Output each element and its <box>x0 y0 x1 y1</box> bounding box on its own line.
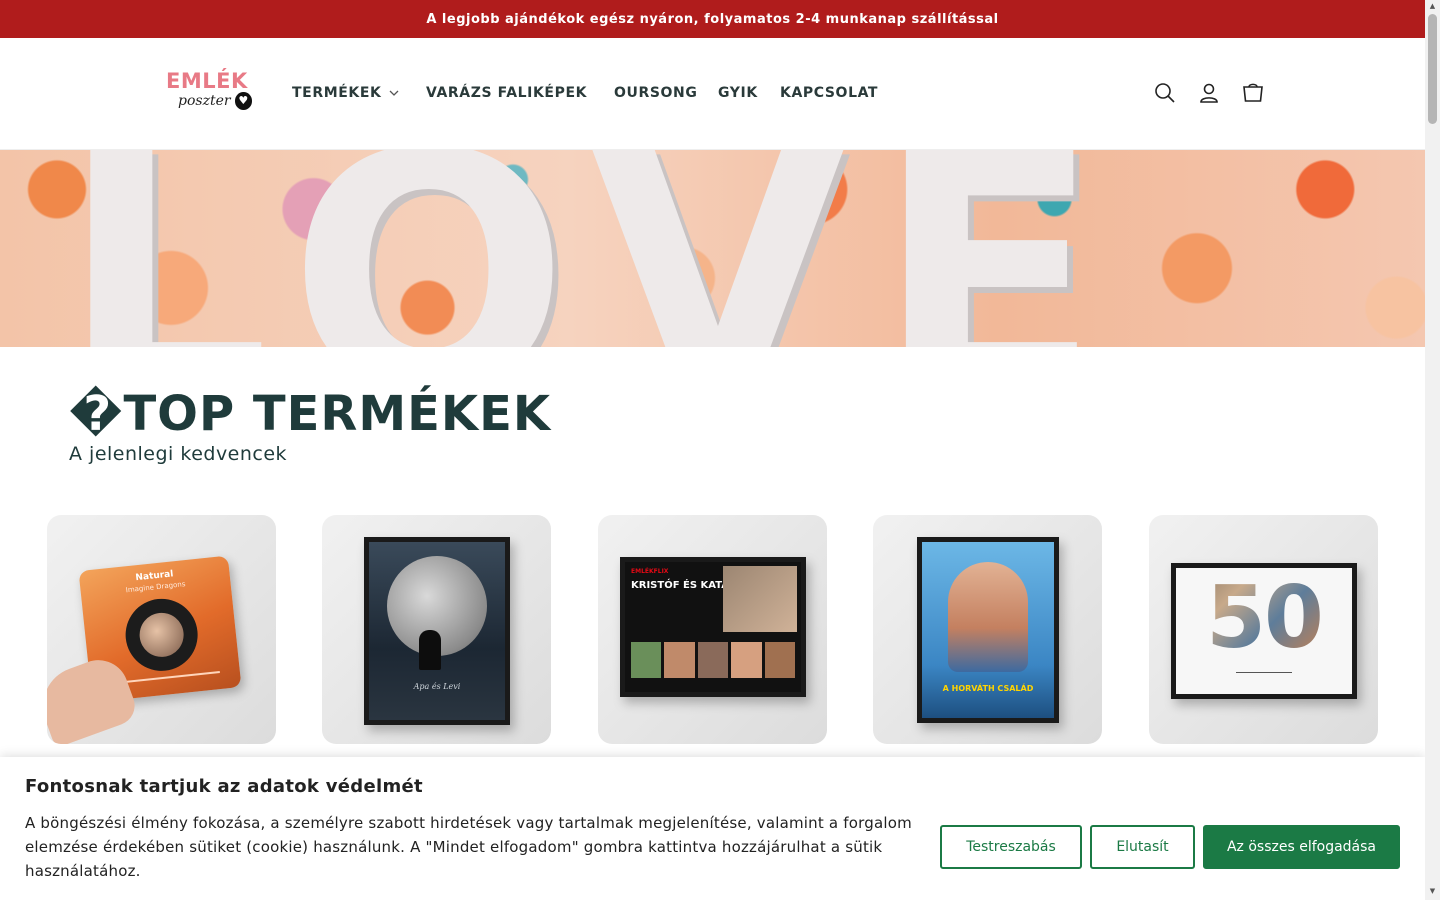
poster-title: A HORVÁTH CSALÁD <box>942 684 1034 693</box>
chevron-down-icon <box>389 88 399 99</box>
product-card-streaming-poster[interactable]: EMLÉKFLIX KRISTÓF ÉS KATA <box>598 515 827 744</box>
scrollbar[interactable]: ▲ ▼ <box>1425 0 1440 900</box>
product-card-song-plaque[interactable]: Natural Imagine Dragons <box>47 515 276 744</box>
cookie-text: A böngészési élmény fokozása, a személyr… <box>25 814 912 880</box>
site-header: EMLÉK poszter ♥ TERMÉKEK VARÁZS FALIKÉPE… <box>0 38 1425 150</box>
heart-icon: ♥ <box>234 92 252 110</box>
streaming-brand: EMLÉKFLIX <box>631 568 669 575</box>
announcement-bar: A legjobb ajándékok egész nyáron, folyam… <box>0 0 1425 38</box>
nav-item-gyik[interactable]: GYIK <box>718 83 780 103</box>
collage-number: 50 <box>1176 570 1352 666</box>
hero-love-letters: LOVE <box>60 150 1132 347</box>
poster-caption: Apa és Levi <box>413 682 461 691</box>
product-card-family-poster[interactable]: A HORVÁTH CSALÁD <box>873 515 1102 744</box>
accept-all-button[interactable]: Az összes elfogadása <box>1203 825 1400 869</box>
logo-bottom-text: poszter <box>178 93 231 109</box>
section-title: �TOP TERMÉKEK <box>69 386 552 442</box>
nav-item-kapcsolat[interactable]: KAPCSOLAT <box>780 83 878 103</box>
cookie-title: Fontosnak tartjuk az adatok védelmét <box>25 776 423 797</box>
scroll-thumb[interactable] <box>1428 14 1437 124</box>
hero-banner: LOVE <box>0 150 1425 347</box>
nav-item-oursong[interactable]: OURSONG <box>614 83 718 103</box>
family-photo <box>948 562 1028 672</box>
section-subtitle: A jelenlegi kedvencek <box>69 443 288 465</box>
scroll-down-icon[interactable]: ▼ <box>1428 887 1437 896</box>
customize-button[interactable]: Testreszabás <box>940 825 1082 869</box>
main-nav: TERMÉKEK VARÁZS FALIKÉPEK OURSONG GYIK K… <box>292 83 878 103</box>
logo[interactable]: EMLÉK poszter ♥ <box>166 70 252 118</box>
announcement-text: A legjobb ajándékok egész nyáron, folyam… <box>426 11 999 27</box>
search-icon[interactable] <box>1154 82 1176 104</box>
nav-item-varazs-falikepek[interactable]: VARÁZS FALIKÉPEK <box>426 83 614 103</box>
streaming-title: KRISTÓF ÉS KATA <box>631 580 730 591</box>
scroll-up-icon[interactable]: ▲ <box>1428 2 1437 11</box>
logo-top-text: EMLÉK <box>166 69 248 93</box>
product-card-number-collage[interactable]: 50 <box>1149 515 1378 744</box>
cookie-banner: Fontosnak tartjuk az adatok védelmét A b… <box>0 757 1425 900</box>
product-card-moon-poster[interactable]: Apa és Levi <box>322 515 551 744</box>
title-glyph: � <box>69 386 124 442</box>
account-icon[interactable] <box>1198 82 1220 104</box>
cart-icon[interactable] <box>1242 82 1264 104</box>
reject-button[interactable]: Elutasít <box>1090 825 1195 869</box>
vinyl-record <box>122 595 202 675</box>
nav-item-termekek[interactable]: TERMÉKEK <box>292 83 426 103</box>
